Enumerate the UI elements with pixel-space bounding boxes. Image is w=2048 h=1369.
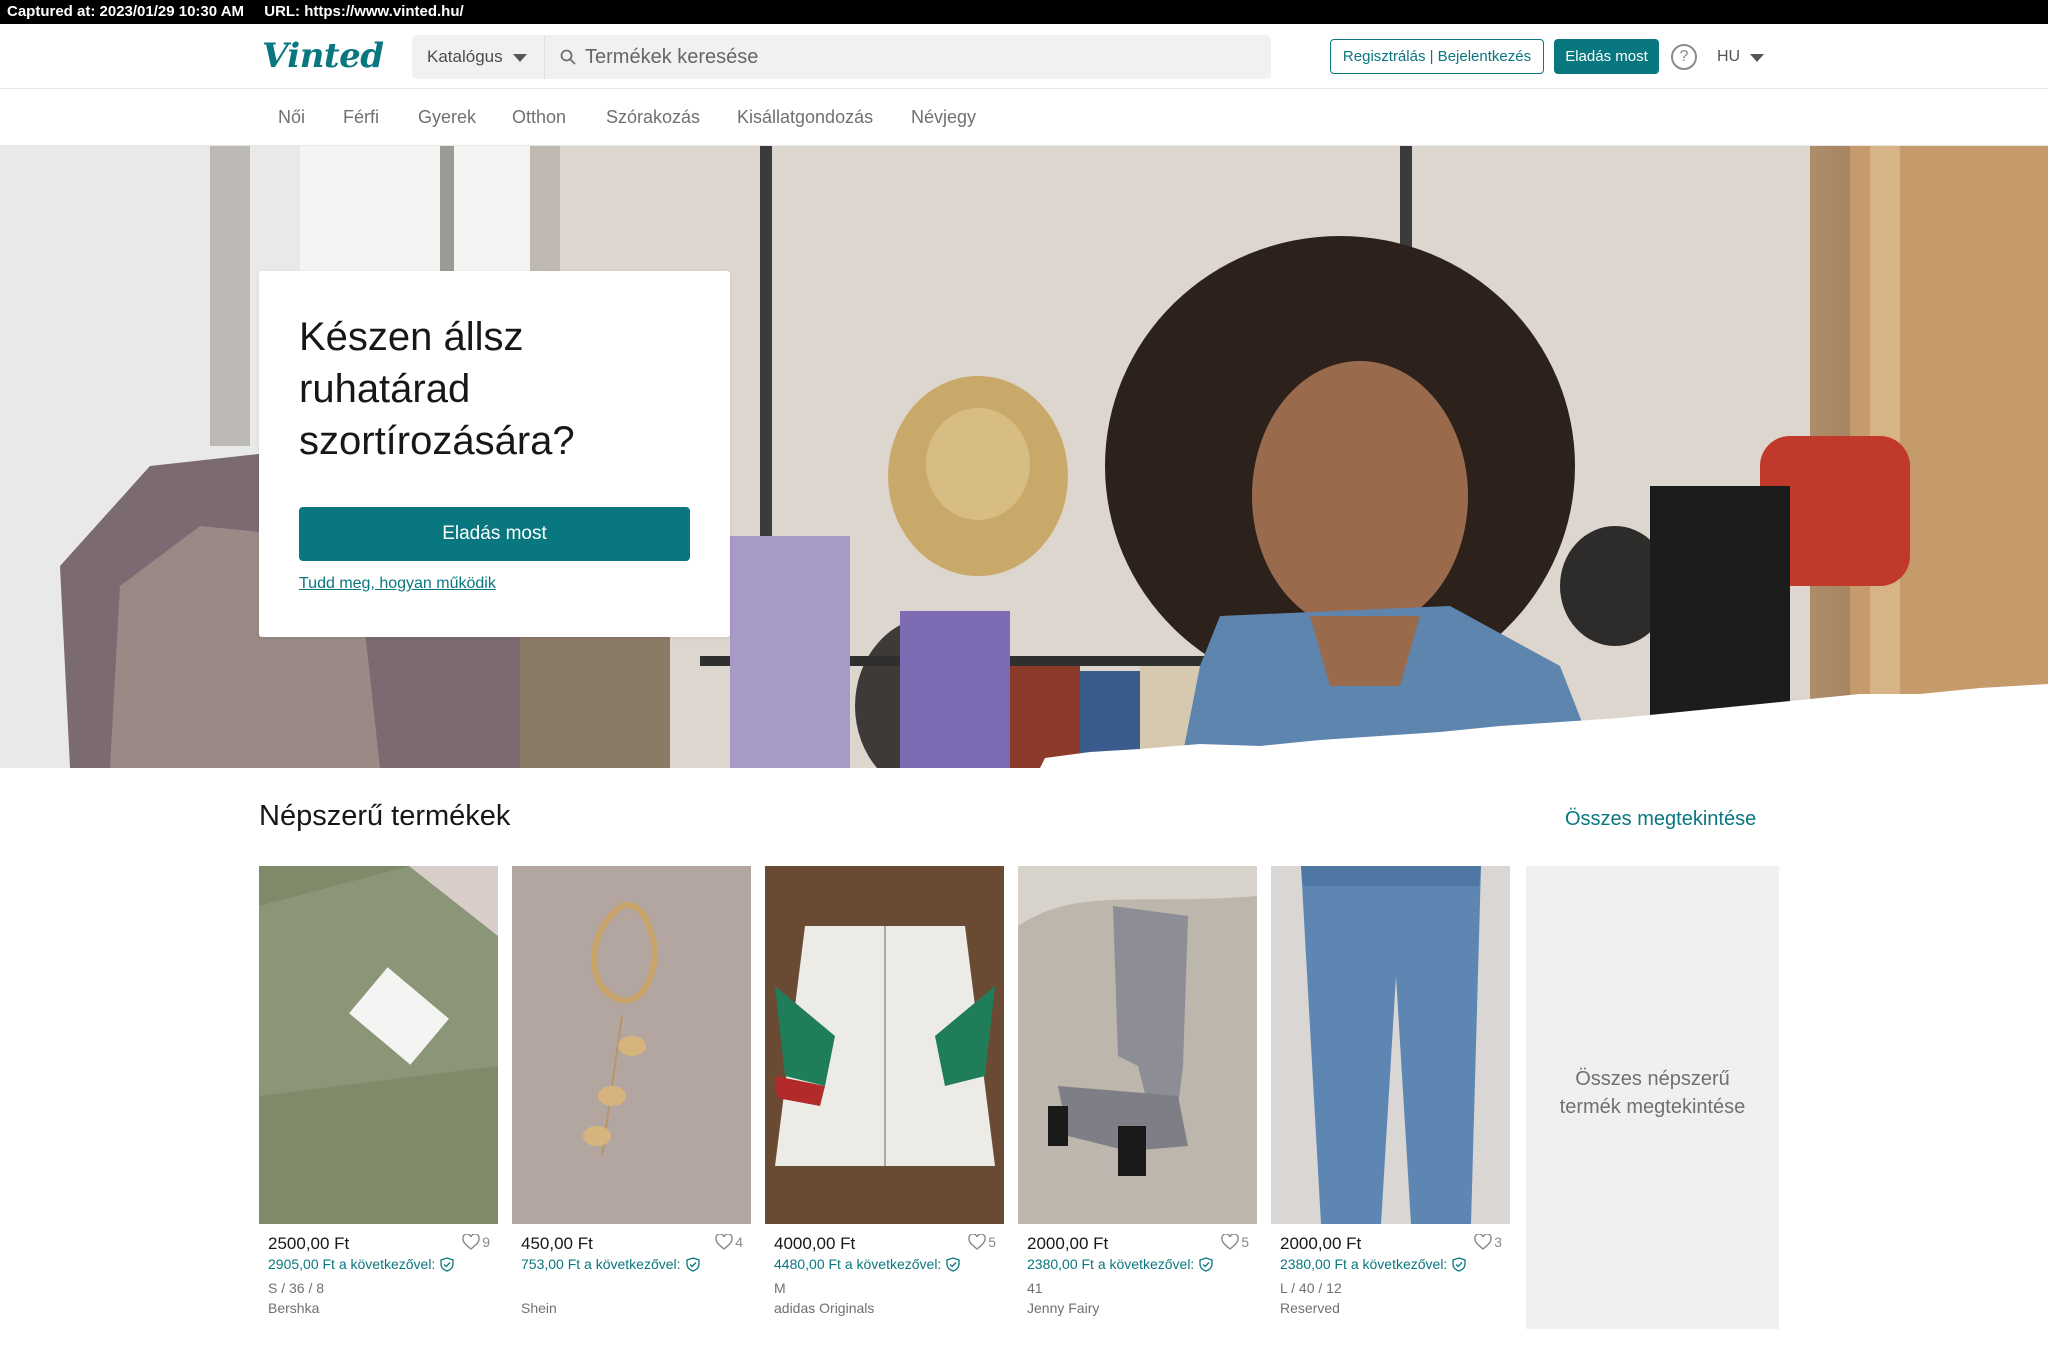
product-card[interactable]: 4000,00 Ft 5 4480,00 Ft a következővel: … — [765, 866, 1004, 1316]
product-size: S / 36 / 8 — [268, 1280, 325, 1296]
favorite-count: 5 — [988, 1234, 996, 1250]
product-price: 2500,00 Ft — [268, 1234, 350, 1253]
favorite-count: 5 — [1241, 1234, 1249, 1250]
product-image[interactable] — [1018, 866, 1257, 1224]
product-card[interactable]: 2000,00 Ft 5 2380,00 Ft a következővel: … — [1018, 866, 1257, 1316]
favorite-button[interactable]: 4 — [715, 1234, 743, 1250]
buyer-protection-price: 2380,00 Ft a következővel: — [1280, 1256, 1466, 1272]
favorite-count: 3 — [1494, 1234, 1502, 1250]
search-icon — [560, 49, 576, 65]
popular-section-title: Népszerű termékek — [259, 800, 511, 832]
product-price: 450,00 Ft — [521, 1234, 593, 1253]
heart-icon — [462, 1234, 480, 1250]
site-header: Vinted Katalógus Regisztrálás | Bejelent… — [0, 24, 2048, 89]
help-icon[interactable]: ? — [1671, 44, 1697, 70]
product-card[interactable]: 450,00 Ft 4 753,00 Ft a következővel: Sh… — [512, 866, 751, 1316]
buyer-price-text: 2905,00 Ft a következővel: — [268, 1256, 436, 1272]
nav-item-women[interactable]: Női — [278, 107, 305, 128]
product-price: 2000,00 Ft — [1027, 1234, 1109, 1253]
nav-item-pet-care[interactable]: Kisállatgondozás — [737, 107, 873, 128]
capture-bar: Captured at: 2023/01/29 10:30 AM URL: ht… — [0, 0, 2048, 24]
hero-banner: Készen állsz ruhatárad szortírozására? E… — [0, 146, 2048, 768]
buyer-price-text: 753,00 Ft a következővel: — [521, 1256, 681, 1272]
nav-item-kids[interactable]: Gyerek — [418, 107, 476, 128]
favorite-button[interactable]: 9 — [462, 1234, 490, 1250]
buyer-price-text: 2380,00 Ft a következővel: — [1027, 1256, 1195, 1272]
catalog-label: Katalógus — [427, 47, 503, 66]
chevron-down-icon — [512, 54, 527, 62]
product-card[interactable]: 2500,00 Ft 9 2905,00 Ft a következővel: … — [259, 866, 498, 1316]
favorite-button[interactable]: 3 — [1474, 1234, 1502, 1250]
buyer-price-text: 2380,00 Ft a következővel: — [1280, 1256, 1448, 1272]
hero-card: Készen állsz ruhatárad szortírozására? E… — [259, 271, 730, 637]
shield-check-icon — [1199, 1256, 1213, 1272]
product-price: 4000,00 Ft — [774, 1234, 856, 1253]
nav-item-about[interactable]: Névjegy — [911, 107, 976, 128]
nav-item-entertainment[interactable]: Szórakozás — [606, 107, 700, 128]
product-size: 41 — [1027, 1280, 1043, 1296]
favorite-button[interactable]: 5 — [968, 1234, 996, 1250]
buyer-protection-price: 753,00 Ft a következővel: — [521, 1256, 700, 1272]
product-size: M — [774, 1280, 786, 1296]
product-brand: Reserved — [1280, 1300, 1340, 1316]
product-brand: Shein — [521, 1300, 557, 1316]
buyer-price-text: 4480,00 Ft a következővel: — [774, 1256, 942, 1272]
see-all-link[interactable]: Összes megtekintése — [1565, 808, 1756, 831]
language-label: HU — [1717, 48, 1741, 65]
buyer-protection-price: 2905,00 Ft a következővel: — [268, 1256, 454, 1272]
product-image[interactable] — [765, 866, 1004, 1224]
shield-check-icon — [946, 1256, 960, 1272]
favorite-button[interactable]: 5 — [1221, 1234, 1249, 1250]
view-all-popular-label: Összes népszerű termék megtekintése — [1559, 1067, 1746, 1118]
vinted-logo[interactable]: Vinted — [262, 36, 384, 76]
product-image[interactable] — [512, 866, 751, 1224]
chevron-down-icon — [1750, 54, 1765, 62]
heart-icon — [968, 1234, 986, 1250]
capture-timestamp: Captured at: 2023/01/29 10:30 AM — [7, 3, 245, 20]
register-login-button[interactable]: Regisztrálás | Bejelentkezés — [1330, 39, 1544, 74]
shield-check-icon — [440, 1256, 454, 1272]
product-price: 2000,00 Ft — [1280, 1234, 1362, 1253]
category-nav: Női Férfi Gyerek Otthon Szórakozás Kisál… — [0, 89, 2048, 146]
product-image[interactable] — [259, 866, 498, 1224]
hero-title: Készen állsz ruhatárad szortírozására? — [299, 315, 575, 463]
shield-check-icon — [1452, 1256, 1466, 1272]
sell-now-button[interactable]: Eladás most — [1554, 39, 1659, 74]
shield-check-icon — [685, 1256, 700, 1272]
hero-sell-button[interactable]: Eladás most — [299, 507, 690, 561]
catalog-dropdown[interactable]: Katalógus — [412, 35, 545, 79]
search-input[interactable] — [585, 35, 1245, 79]
favorite-count: 4 — [735, 1234, 743, 1250]
view-all-popular-tile[interactable]: Összes népszerű termék megtekintése — [1526, 866, 1779, 1329]
language-selector[interactable]: HU — [1717, 44, 1765, 70]
heart-icon — [1221, 1234, 1239, 1250]
product-brand: Bershka — [268, 1300, 320, 1316]
capture-url: URL: https://www.vinted.hu/ — [264, 3, 464, 20]
heart-icon — [715, 1234, 733, 1250]
buyer-protection-price: 4480,00 Ft a következővel: — [774, 1256, 960, 1272]
product-image[interactable] — [1271, 866, 1510, 1224]
heart-icon — [1474, 1234, 1492, 1250]
nav-item-home[interactable]: Otthon — [512, 107, 566, 128]
search-bar: Katalógus — [412, 35, 1271, 79]
buyer-protection-price: 2380,00 Ft a következővel: — [1027, 1256, 1213, 1272]
how-it-works-link[interactable]: Tudd meg, hogyan működik — [299, 575, 496, 593]
nav-item-men[interactable]: Férfi — [343, 107, 379, 128]
product-brand: Jenny Fairy — [1027, 1300, 1100, 1316]
product-card[interactable]: 2000,00 Ft 3 2380,00 Ft a következővel: … — [1271, 866, 1510, 1316]
favorite-count: 9 — [482, 1234, 490, 1250]
product-brand: adidas Originals — [774, 1300, 875, 1316]
product-size: L / 40 / 12 — [1280, 1280, 1342, 1296]
